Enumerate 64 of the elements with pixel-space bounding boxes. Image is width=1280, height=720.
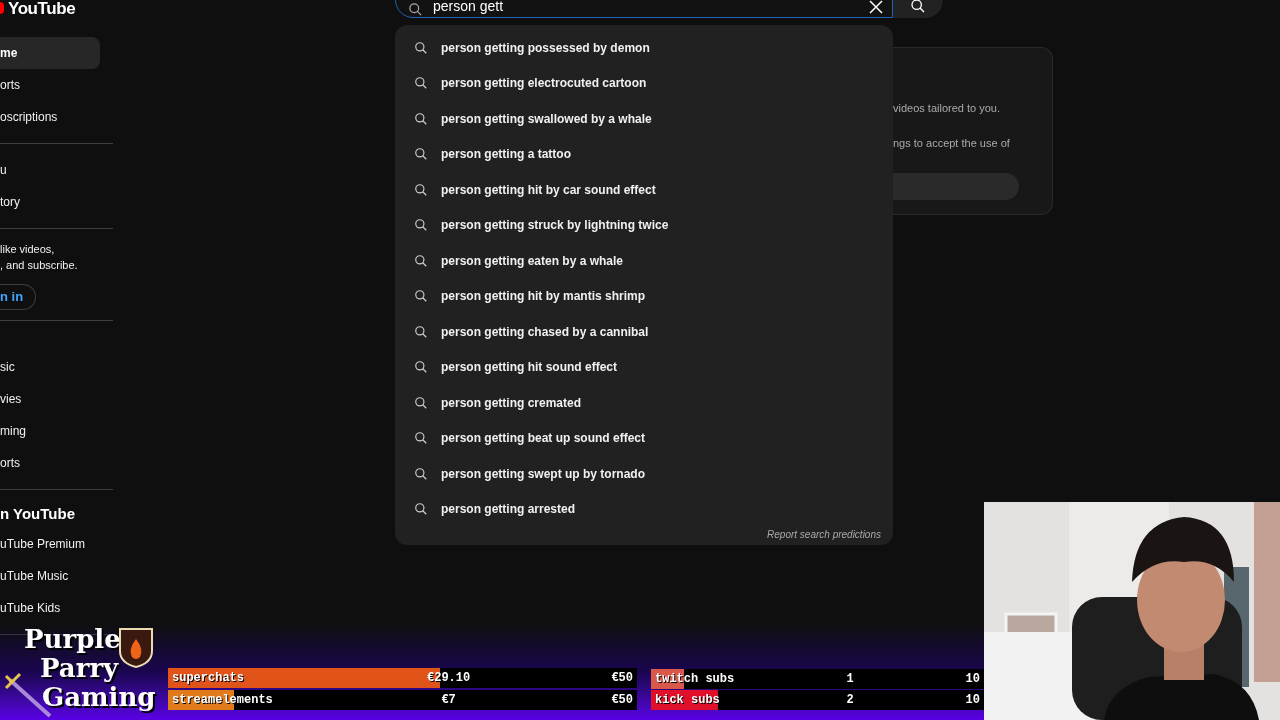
suggestion-item[interactable]: person getting electrocuted cartoon — [395, 65, 893, 101]
goal-target: 10 — [964, 692, 980, 709]
suggestion-item[interactable]: person getting eaten by a whale — [395, 243, 893, 279]
search-icon — [414, 111, 428, 126]
goal-amount: 2 — [845, 692, 855, 709]
search-icon — [414, 431, 428, 446]
goal-amount: €7 — [440, 692, 457, 709]
search-icon — [414, 76, 428, 91]
search-icon — [414, 324, 428, 339]
sign-in-prompt: like videos, , and subscribe. — [0, 242, 79, 273]
suggestion-item[interactable]: person getting struck by lightning twice — [395, 207, 893, 243]
search-icon — [414, 218, 428, 233]
search-icon — [414, 147, 428, 162]
suggestion-item[interactable]: person getting a tattoo — [395, 136, 893, 172]
channel-logo-text: Gaming — [42, 683, 156, 712]
youtube-logo[interactable]: YouTube — [8, 0, 76, 17]
suggestion-item[interactable]: person getting hit by mantis shrimp — [395, 278, 893, 314]
card-text: videos tailored to you. — [893, 101, 1001, 116]
sidebar-item[interactable]: me — [0, 37, 100, 69]
suggestion-item[interactable]: person getting arrested — [395, 491, 893, 527]
logo-mark-icon — [0, 2, 4, 14]
search-icon — [414, 182, 428, 197]
suggestion-item[interactable]: person getting swept up by tornado — [395, 456, 893, 492]
sidebar-item[interactable]: tory — [0, 186, 100, 218]
goal-target: €50 — [610, 692, 633, 709]
goal-target: 10 — [964, 671, 980, 688]
sidebar-item[interactable]: oscriptions — [0, 101, 100, 133]
goal-target: €50 — [610, 670, 633, 687]
sidebar-item[interactable]: orts — [0, 69, 100, 101]
suggestion-item[interactable]: person getting hit sound effect — [395, 349, 893, 385]
goal-label: superchats — [172, 670, 245, 687]
shield-icon — [118, 627, 154, 669]
sidebar-item[interactable]: vies — [0, 383, 100, 415]
sidebar-item[interactable]: uTube Kids — [0, 592, 100, 624]
channel-logo-text: Purple — [24, 625, 121, 654]
search-icon — [414, 502, 428, 517]
channel-logo-text: Parry — [40, 654, 119, 683]
search-icon — [414, 253, 428, 268]
close-icon[interactable] — [868, 0, 884, 15]
search-icon — [414, 395, 428, 410]
suggestion-item[interactable]: person getting cremated — [395, 385, 893, 421]
search-icon — [910, 0, 926, 14]
search-icon — [414, 40, 428, 55]
report-link[interactable]: Report search predictions — [767, 527, 881, 542]
goal-amount: 1 — [845, 671, 855, 688]
sidebar-item[interactable]: uTube Music — [0, 560, 100, 592]
sidebar-item[interactable]: orts — [0, 447, 100, 479]
card-text: ngs to accept the use of — [893, 135, 1011, 151]
suggestion-item[interactable]: person getting beat up sound effect — [395, 420, 893, 456]
sidebar-item[interactable]: ming — [0, 415, 100, 447]
search-icon — [414, 360, 428, 375]
search-field[interactable]: person gett — [395, 0, 893, 18]
suggestion-item[interactable]: person getting swallowed by a whale — [395, 101, 893, 137]
search-icon — [408, 1, 423, 17]
search-input[interactable]: person gett — [433, 0, 868, 17]
sidebar-item[interactable]: sic — [0, 351, 100, 383]
suggestion-item[interactable]: person getting possessed by demon — [395, 30, 893, 66]
suggestion-item[interactable]: person getting hit by car sound effect — [395, 172, 893, 208]
search-icon — [414, 466, 428, 481]
sidebar-item[interactable]: u — [0, 154, 100, 186]
suggestion-item[interactable]: person getting chased by a cannibal — [395, 314, 893, 350]
search-icon — [414, 289, 428, 304]
section-heading: n YouTube — [0, 503, 76, 524]
sidebar-item[interactable]: uTube Premium — [0, 528, 100, 560]
